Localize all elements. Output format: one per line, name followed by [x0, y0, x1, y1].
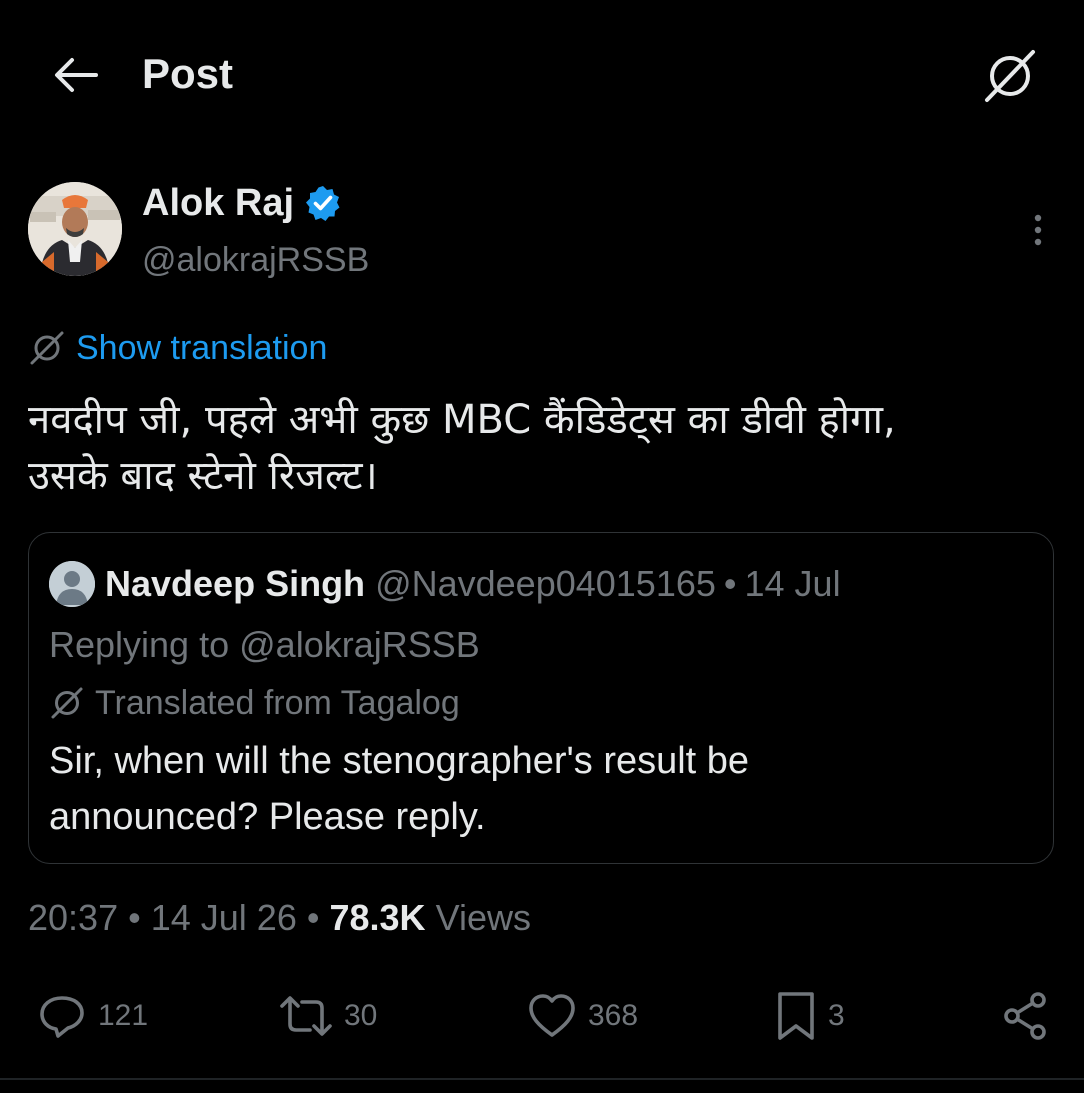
- quoted-replying-to: Replying to @alokrajRSSB: [49, 623, 480, 667]
- share-button[interactable]: [1000, 986, 1052, 1046]
- author-name-text: Alok Raj: [142, 182, 295, 224]
- top-bar: Post: [0, 0, 1084, 150]
- views-label[interactable]: Views: [436, 897, 531, 938]
- repost-count: 30: [344, 999, 378, 1032]
- quoted-post-card[interactable]: Navdeep Singh @Navdeep04015165 • 14 Jul …: [28, 532, 1054, 864]
- post-date[interactable]: 14 Jul 26: [151, 897, 297, 938]
- translate-icon: [30, 331, 64, 365]
- views-count[interactable]: 78.3K: [329, 897, 425, 938]
- verified-badge-icon[interactable]: [304, 184, 342, 222]
- meta-separator: •: [306, 897, 320, 938]
- quoted-date: 14 Jul: [744, 563, 841, 604]
- repost-button[interactable]: 30: [278, 986, 377, 1046]
- show-translation-link[interactable]: Show translation: [28, 326, 327, 370]
- quoted-author-name: Navdeep Singh: [105, 563, 366, 604]
- quoted-separator: •: [723, 563, 737, 604]
- back-button[interactable]: [50, 50, 100, 100]
- quoted-translated-note: Translated from Tagalog: [49, 681, 460, 725]
- quoted-text-line-2: announced? Please reply.: [49, 796, 486, 838]
- translate-icon: [51, 687, 83, 719]
- author-avatar[interactable]: [28, 182, 122, 276]
- quoted-post-header: Navdeep Singh @Navdeep04015165 • 14 Jul: [49, 561, 841, 607]
- reply-button[interactable]: 121: [36, 986, 148, 1046]
- like-count: 368: [588, 999, 639, 1032]
- replying-prefix: Replying to: [49, 624, 230, 665]
- default-avatar-icon: [49, 561, 95, 607]
- post-text-line-1: नवदीप जी, पहले अभी कुछ MBC कैंडिडेट्स का…: [28, 397, 896, 443]
- share-icon: [1004, 992, 1046, 1040]
- bookmark-button[interactable]: 3: [774, 986, 845, 1046]
- bookmark-count: 3: [828, 999, 845, 1032]
- translate-button[interactable]: [980, 46, 1040, 106]
- quoted-author-handle: @Navdeep04015165: [375, 563, 716, 604]
- quoted-author-avatar[interactable]: [49, 561, 95, 607]
- post-text: नवदीप जी, पहले अभी कुछ MBC कैंडिडेट्स का…: [28, 392, 1048, 504]
- more-options-button[interactable]: [1020, 208, 1056, 252]
- arrow-left-icon: [55, 58, 98, 92]
- show-translation-label: Show translation: [76, 329, 328, 367]
- author-handle[interactable]: @alokrajRSSB: [142, 238, 369, 282]
- reply-icon: [40, 996, 84, 1038]
- reply-count: 121: [98, 999, 149, 1032]
- translate-icon: [985, 50, 1035, 102]
- more-vertical-icon: [1034, 214, 1042, 246]
- quoted-text-line-1: Sir, when will the stenographer's result…: [49, 740, 750, 782]
- page-title: Post: [142, 50, 234, 97]
- author-name[interactable]: Alok Raj: [142, 180, 342, 226]
- post-text-line-2: उसके बाद स्टेनो रिजल्ट।: [28, 453, 378, 499]
- like-button[interactable]: 368: [526, 986, 638, 1046]
- post-meta: 20:37 • 14 Jul 26 • 78.3K Views: [28, 894, 531, 942]
- post-time[interactable]: 20:37: [28, 897, 118, 938]
- meta-separator: •: [128, 897, 141, 938]
- replying-mention: @alokrajRSSB: [239, 624, 480, 665]
- translated-from-label: Translated from Tagalog: [95, 684, 460, 722]
- quoted-post-text: Sir, when will the stenographer's result…: [49, 733, 1009, 845]
- bottom-divider: [0, 1078, 1084, 1080]
- heart-icon: [529, 994, 575, 1037]
- bookmark-icon: [778, 992, 814, 1040]
- repost-icon: [280, 996, 332, 1036]
- action-bar: 121 30 368 3: [0, 986, 1084, 1046]
- author-photo: [28, 182, 122, 276]
